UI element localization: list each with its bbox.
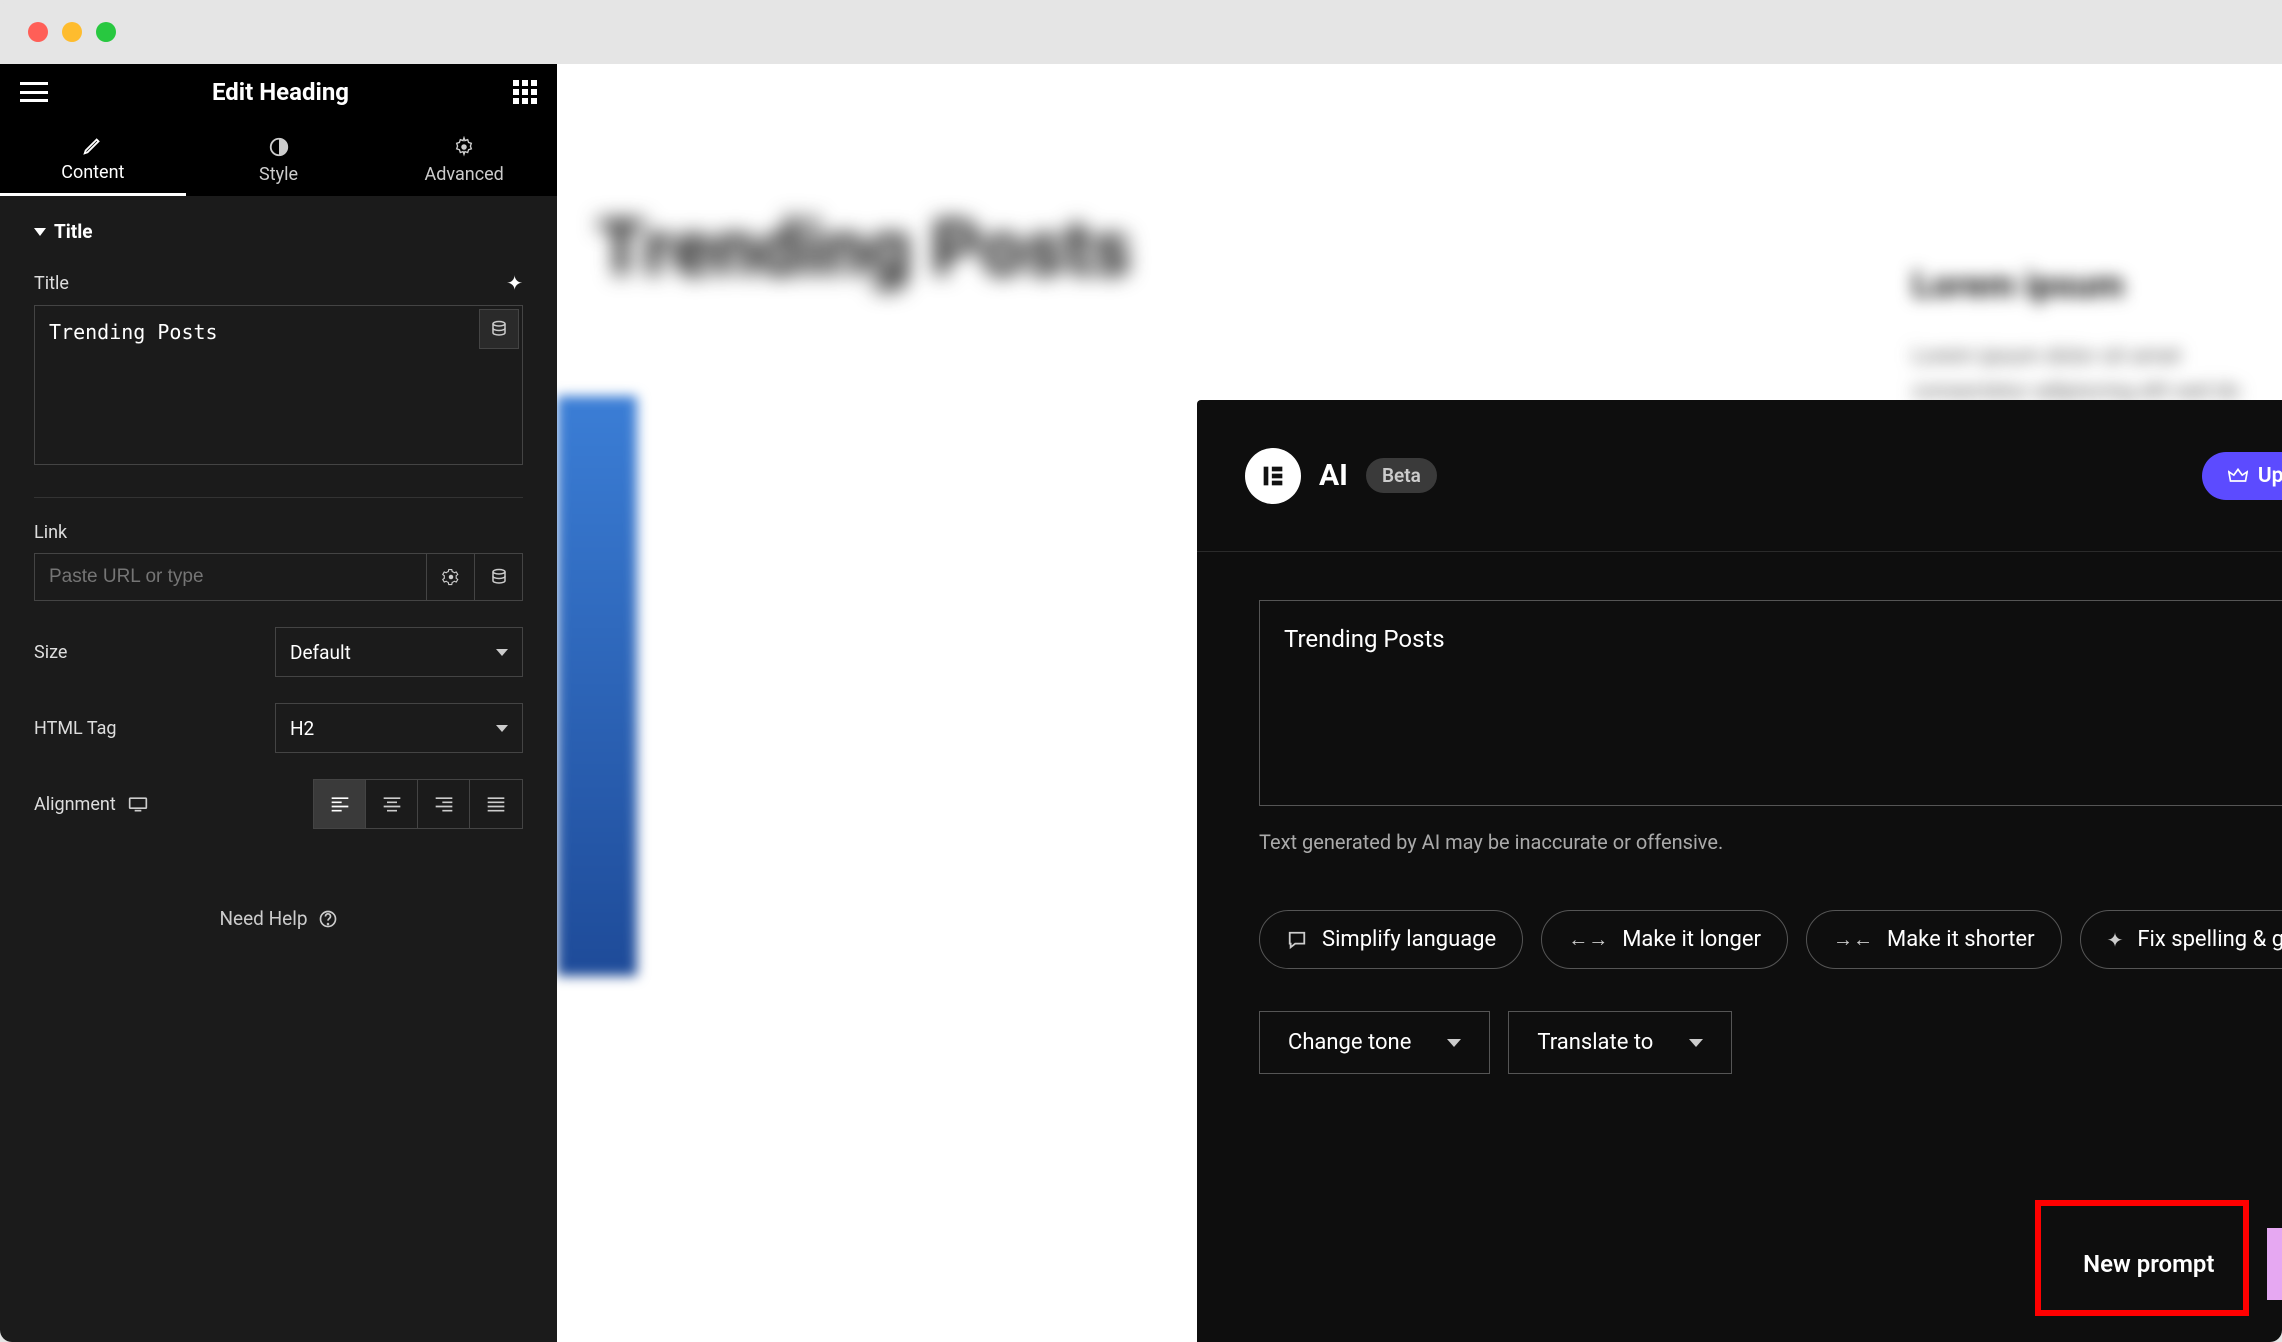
alignment-group (313, 779, 523, 829)
app-window: Edit Heading Content Style Advanced (0, 0, 2282, 1342)
tab-content-label: Content (61, 162, 124, 183)
traffic-light-close[interactable] (28, 22, 48, 42)
gear-icon (453, 136, 475, 158)
panel-body: Title Title ✦ Link (0, 196, 557, 1342)
sidebar-title: Edit Heading (48, 78, 513, 106)
chip-shorter-label: Make it shorter (1887, 927, 2035, 952)
align-justify-icon (486, 796, 506, 812)
contrast-icon (268, 136, 290, 158)
caret-down-icon (34, 228, 46, 236)
chip-make-shorter[interactable]: →← Make it shorter (1806, 910, 2062, 969)
translate-label: Translate to (1537, 1030, 1653, 1055)
chip-spelling-label: Fix spelling & grammar (2137, 927, 2282, 952)
title-field-label: Title (34, 273, 69, 294)
beta-badge: Beta (1366, 458, 1437, 493)
chip-fix-spelling[interactable]: ✦ Fix spelling & grammar (2080, 910, 2282, 969)
macos-titlebar (0, 0, 2282, 64)
link-input[interactable] (34, 553, 427, 601)
collapse-icon: →← (1833, 927, 1873, 952)
menu-icon[interactable] (20, 82, 48, 102)
database-icon (490, 568, 508, 586)
change-tone-label: Change tone (1288, 1030, 1411, 1055)
tab-advanced[interactable]: Advanced (371, 120, 557, 196)
responsive-icon[interactable] (128, 796, 148, 812)
title-textarea[interactable] (34, 305, 523, 465)
size-select[interactable]: Default (275, 627, 523, 677)
chevron-down-icon (1447, 1039, 1461, 1047)
html-tag-select[interactable]: H2 (275, 703, 523, 753)
change-tone-select[interactable]: Change tone (1259, 1011, 1490, 1074)
align-left-icon (330, 796, 350, 812)
canvas-thumbnail-blurred (557, 396, 637, 976)
html-tag-field-label: HTML Tag (34, 718, 117, 739)
tab-style-label: Style (259, 164, 298, 185)
align-center-button[interactable] (366, 780, 418, 828)
editor-canvas: Trending Posts Lorem ipsum Lorem ipsum d… (557, 64, 2282, 1342)
chevron-down-icon (496, 649, 508, 656)
apps-grid-icon[interactable] (513, 80, 537, 104)
chip-make-longer[interactable]: ←→ Make it longer (1541, 910, 1788, 969)
translate-select[interactable]: Translate to (1508, 1011, 1732, 1074)
html-tag-select-value: H2 (290, 717, 314, 740)
ai-modal-header: AI Beta Upgrade (1197, 400, 2282, 552)
chat-icon (1286, 930, 1308, 950)
traffic-light-minimize[interactable] (62, 22, 82, 42)
elementor-logo (1245, 448, 1301, 504)
chip-simplify-language[interactable]: Simplify language (1259, 910, 1523, 969)
elementor-logo-icon (1259, 462, 1287, 490)
ai-modal: AI Beta Upgrade Trending Posts (1197, 400, 2282, 1342)
desktop-icon (128, 796, 148, 812)
align-center-icon (382, 796, 402, 812)
link-dynamic-button[interactable] (475, 553, 523, 601)
tab-advanced-label: Advanced (425, 164, 504, 185)
expand-icon: ←→ (1568, 927, 1608, 952)
tab-style[interactable]: Style (186, 120, 372, 196)
upgrade-label: Upgrade (2258, 464, 2282, 488)
sparkle-icon: ✦ (2107, 928, 2124, 952)
traffic-light-zoom[interactable] (96, 22, 116, 42)
gear-icon (442, 568, 460, 586)
chip-simplify-label: Simplify language (1322, 927, 1496, 952)
use-text-button[interactable]: Use text (2267, 1228, 2282, 1300)
chip-longer-label: Make it longer (1622, 927, 1761, 952)
chevron-down-icon (1689, 1039, 1703, 1047)
sidebar-tabs: Content Style Advanced (0, 120, 557, 196)
new-prompt-button[interactable]: New prompt (2049, 1228, 2248, 1300)
sidebar-header: Edit Heading (0, 64, 557, 120)
need-help-label: Need Help (219, 907, 307, 930)
ai-modal-title: AI (1319, 458, 1348, 493)
upgrade-button[interactable]: Upgrade (2202, 452, 2282, 500)
size-select-value: Default (290, 641, 351, 664)
link-field-label: Link (34, 522, 523, 543)
link-options-button[interactable] (427, 553, 475, 601)
ai-sparkle-icon[interactable]: ✦ (506, 271, 523, 295)
section-title-toggle[interactable]: Title (34, 220, 523, 243)
chevron-down-icon (496, 725, 508, 732)
database-icon (490, 320, 508, 338)
ai-disclaimer: Text generated by AI may be inaccurate o… (1259, 830, 2282, 854)
canvas-heading-blurred: Trending Posts (597, 204, 1131, 295)
alignment-field-label: Alignment (34, 794, 116, 815)
need-help-link[interactable]: Need Help (34, 907, 523, 930)
crown-icon (2228, 467, 2248, 485)
align-right-icon (434, 796, 454, 812)
align-left-button[interactable] (314, 780, 366, 828)
align-right-button[interactable] (418, 780, 470, 828)
dynamic-tags-button[interactable] (479, 309, 519, 349)
editor-sidebar: Edit Heading Content Style Advanced (0, 64, 557, 1342)
ai-textarea[interactable]: Trending Posts (1259, 600, 2282, 806)
tab-content[interactable]: Content (0, 120, 186, 196)
align-justify-button[interactable] (470, 780, 522, 828)
size-field-label: Size (34, 642, 67, 663)
ai-modal-body: Trending Posts Text generated by AI may … (1197, 552, 2282, 1342)
section-title-label: Title (54, 220, 93, 243)
help-icon (318, 909, 338, 929)
pencil-icon (82, 134, 104, 156)
